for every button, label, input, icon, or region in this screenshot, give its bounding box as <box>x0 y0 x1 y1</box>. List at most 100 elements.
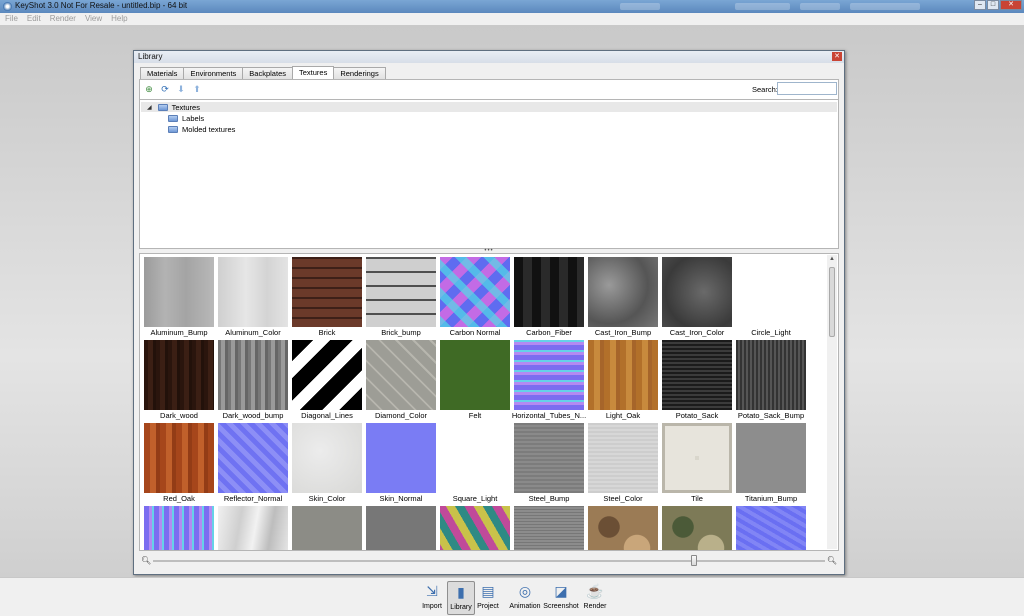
tab-textures[interactable]: Textures <box>291 66 335 79</box>
texture-thumbnail[interactable] <box>736 506 806 550</box>
texture-item[interactable]: Potato_Sack <box>661 339 735 422</box>
scroll-up-arrow-icon[interactable]: ▲ <box>827 255 837 264</box>
add-folder-icon[interactable]: ⊕ <box>144 84 154 94</box>
import-button[interactable]: ⇲ Import <box>418 581 446 615</box>
texture-item[interactable]: Diamond_Color <box>365 339 439 422</box>
screenshot-button[interactable]: ◪ Screenshot <box>541 581 581 615</box>
texture-item[interactable]: Dark_wood_bump <box>217 339 291 422</box>
texture-thumbnail[interactable] <box>144 340 214 410</box>
vertical-scrollbar[interactable]: ▲ <box>827 255 837 549</box>
texture-item[interactable] <box>439 505 513 550</box>
texture-thumbnail[interactable] <box>514 257 584 327</box>
texture-item[interactable]: Carbon Normal <box>439 256 513 339</box>
texture-thumbnail[interactable] <box>514 506 584 550</box>
texture-thumbnail[interactable] <box>736 423 806 493</box>
zoom-slider-track[interactable] <box>153 560 825 562</box>
texture-thumbnail[interactable] <box>366 506 436 550</box>
tree-item-textures[interactable]: ◢ Textures <box>141 102 837 112</box>
texture-thumbnail[interactable] <box>588 506 658 550</box>
close-window-button[interactable]: ✕ <box>1000 0 1022 10</box>
texture-thumbnail[interactable] <box>440 340 510 410</box>
texture-item[interactable]: Reflector_Normal <box>217 422 291 505</box>
minimize-button[interactable]: – <box>974 0 986 10</box>
texture-item[interactable] <box>143 505 217 550</box>
download-icon[interactable]: ⬇ <box>176 84 186 94</box>
texture-item[interactable] <box>217 505 291 550</box>
texture-thumbnail[interactable] <box>662 340 732 410</box>
menu-render[interactable]: Render <box>50 13 76 25</box>
animation-button[interactable]: ◎ Animation <box>505 581 545 615</box>
upload-icon[interactable]: ⬆ <box>192 84 202 94</box>
texture-item[interactable]: Titanium_Bump <box>735 422 809 505</box>
texture-item[interactable]: Skin_Color <box>291 422 365 505</box>
menu-help[interactable]: Help <box>111 13 127 25</box>
tab-renderings[interactable]: Renderings <box>333 67 386 79</box>
texture-thumbnail[interactable] <box>144 257 214 327</box>
library-close-icon[interactable]: ✕ <box>832 52 842 61</box>
texture-item[interactable]: Steel_Color <box>587 422 661 505</box>
texture-item[interactable]: Red_Oak <box>143 422 217 505</box>
tab-materials[interactable]: Materials <box>140 67 185 79</box>
library-title-bar[interactable]: Library ✕ <box>134 51 844 63</box>
texture-item[interactable]: Diagonal_Lines <box>291 339 365 422</box>
refresh-icon[interactable]: ⟳ <box>160 84 170 94</box>
texture-item[interactable] <box>513 505 587 550</box>
texture-thumbnail[interactable] <box>144 423 214 493</box>
texture-thumbnail[interactable] <box>588 257 658 327</box>
texture-thumbnail[interactable] <box>292 506 362 550</box>
tree-item-labels[interactable]: Labels <box>168 113 204 123</box>
texture-thumbnail[interactable] <box>736 340 806 410</box>
menu-edit[interactable]: Edit <box>27 13 41 25</box>
texture-item[interactable]: Cast_Iron_Color <box>661 256 735 339</box>
texture-item[interactable]: Cast_Iron_Bump <box>587 256 661 339</box>
texture-thumbnail[interactable] <box>440 423 510 493</box>
texture-thumbnail[interactable] <box>292 340 362 410</box>
texture-item[interactable]: Light_Oak <box>587 339 661 422</box>
maximize-button[interactable]: □ <box>987 0 999 10</box>
texture-item[interactable]: Tile <box>661 422 735 505</box>
menu-file[interactable]: File <box>5 13 18 25</box>
texture-item[interactable]: Square_Light <box>439 422 513 505</box>
texture-thumbnail[interactable] <box>662 506 732 550</box>
menu-view[interactable]: View <box>85 13 102 25</box>
texture-item[interactable] <box>365 505 439 550</box>
render-button[interactable]: ☕ Render <box>581 581 609 615</box>
tree-item-molded-textures[interactable]: Molded textures <box>168 124 235 134</box>
texture-thumbnail[interactable] <box>218 340 288 410</box>
texture-thumbnail[interactable] <box>292 257 362 327</box>
texture-item[interactable]: Brick <box>291 256 365 339</box>
texture-thumbnail[interactable] <box>514 423 584 493</box>
texture-thumbnail[interactable] <box>366 423 436 493</box>
texture-thumbnail[interactable] <box>366 340 436 410</box>
texture-item[interactable]: Felt <box>439 339 513 422</box>
texture-thumbnail[interactable] <box>218 506 288 550</box>
scrollbar-thumb[interactable] <box>829 267 835 337</box>
texture-item[interactable]: Dark_wood <box>143 339 217 422</box>
texture-thumbnail[interactable] <box>366 257 436 327</box>
library-button[interactable]: ▮ Library <box>447 581 475 615</box>
texture-thumbnail[interactable] <box>662 423 732 493</box>
texture-thumbnail[interactable] <box>514 340 584 410</box>
search-input[interactable] <box>777 82 837 95</box>
texture-item[interactable]: Steel_Bump <box>513 422 587 505</box>
zoom-out-icon[interactable]: 🔍︎ <box>141 556 151 565</box>
texture-item[interactable]: Horizontal_Tubes_N... <box>512 339 587 422</box>
texture-item[interactable]: Carbon_Fiber <box>513 256 587 339</box>
collapse-arrow-icon[interactable]: ◢ <box>147 104 152 111</box>
texture-thumbnail[interactable] <box>218 257 288 327</box>
texture-thumbnail[interactable] <box>588 423 658 493</box>
texture-item[interactable] <box>735 505 809 550</box>
project-button[interactable]: ▤ Project <box>474 581 502 615</box>
texture-thumbnail[interactable] <box>440 257 510 327</box>
texture-thumbnail[interactable] <box>144 506 214 550</box>
tab-backplates[interactable]: Backplates <box>242 67 293 79</box>
texture-item[interactable]: Circle_Light <box>735 256 809 339</box>
tab-environments[interactable]: Environments <box>183 67 244 79</box>
zoom-slider-handle[interactable] <box>690 555 697 566</box>
texture-item[interactable] <box>291 505 365 550</box>
texture-thumbnail[interactable] <box>736 257 806 327</box>
texture-item[interactable]: Aluminum_Color <box>217 256 291 339</box>
texture-item[interactable]: Potato_Sack_Bump <box>735 339 809 422</box>
texture-thumbnail[interactable] <box>218 423 288 493</box>
texture-item[interactable] <box>661 505 735 550</box>
